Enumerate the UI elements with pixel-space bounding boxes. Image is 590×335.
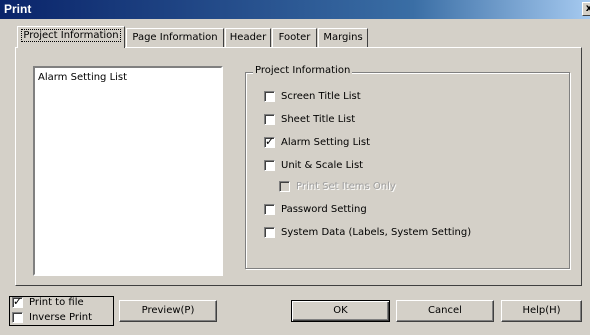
checkbox[interactable] (264, 114, 275, 125)
tab-label: Project Information (21, 29, 121, 42)
tab-label: Header (229, 32, 267, 43)
option-print-set-items-only: Print Set Items Only (279, 181, 396, 193)
cancel-button[interactable]: Cancel (396, 300, 494, 322)
tab-label: Page Information (132, 32, 218, 43)
help-button[interactable]: Help(H) (501, 300, 582, 322)
checkbox-label: Inverse Print (29, 312, 93, 323)
checkbox-label: Print Set Items Only (296, 181, 396, 192)
checkbox-label: Screen Title List (281, 91, 361, 102)
checkbox-label: Unit & Scale List (281, 160, 364, 171)
list-item[interactable]: Alarm Setting List (38, 72, 127, 83)
close-icon: x (585, 3, 590, 14)
check-icon: ✓ (265, 135, 275, 148)
checkbox[interactable] (264, 160, 275, 171)
close-button[interactable]: x (582, 2, 590, 16)
check-icon: ✓ (13, 295, 23, 308)
checkbox-label: Print to file (29, 297, 84, 308)
checkbox[interactable]: ✓ (12, 295, 23, 308)
option-screen-title-list[interactable]: Screen Title List (264, 91, 361, 103)
option-sheet-title-list[interactable]: Sheet Title List (264, 114, 355, 126)
checkbox[interactable] (264, 91, 275, 102)
tab-panel-project-information: Alarm Setting List Project Information S… (15, 47, 582, 286)
print-dialog: Print x Project Information Page Informa… (0, 0, 590, 335)
checkbox-label: Alarm Setting List (281, 137, 371, 148)
option-system-data[interactable]: System Data (Labels, System Setting) (264, 227, 471, 239)
checkbox[interactable] (264, 204, 275, 215)
option-password-setting[interactable]: Password Setting (264, 204, 367, 216)
tab-label: Footer (278, 32, 311, 43)
ok-button[interactable]: OK (291, 300, 390, 322)
tab-label: Margins (323, 32, 363, 43)
project-information-group: Project Information Screen Title List Sh… (245, 65, 570, 269)
tab-margins[interactable]: Margins (318, 28, 368, 47)
checkbox-disabled (279, 181, 290, 192)
title-bar[interactable]: Print x (0, 0, 590, 19)
tab-page-information[interactable]: Page Information (126, 28, 224, 47)
group-label: Project Information (253, 65, 353, 76)
tab-header[interactable]: Header (225, 28, 271, 47)
checkbox-label: System Data (Labels, System Setting) (281, 227, 472, 238)
dialog-title: Print (4, 2, 32, 16)
tab-project-information[interactable]: Project Information (17, 26, 125, 48)
option-unit-scale-list[interactable]: Unit & Scale List (264, 160, 363, 172)
preview-button[interactable]: Preview(P) (119, 300, 217, 322)
checkbox-label: Password Setting (281, 204, 367, 215)
tab-footer[interactable]: Footer (272, 28, 317, 47)
checkbox[interactable] (12, 312, 23, 323)
inverse-print-option[interactable]: Inverse Print (12, 312, 92, 324)
checkbox[interactable] (264, 227, 275, 238)
option-alarm-setting-list[interactable]: ✓ Alarm Setting List (264, 135, 371, 149)
checkbox[interactable]: ✓ (264, 135, 275, 148)
print-items-listbox[interactable]: Alarm Setting List (33, 66, 223, 276)
checkbox-label: Sheet Title List (281, 114, 356, 125)
print-to-file-option[interactable]: ✓ Print to file (12, 295, 84, 309)
